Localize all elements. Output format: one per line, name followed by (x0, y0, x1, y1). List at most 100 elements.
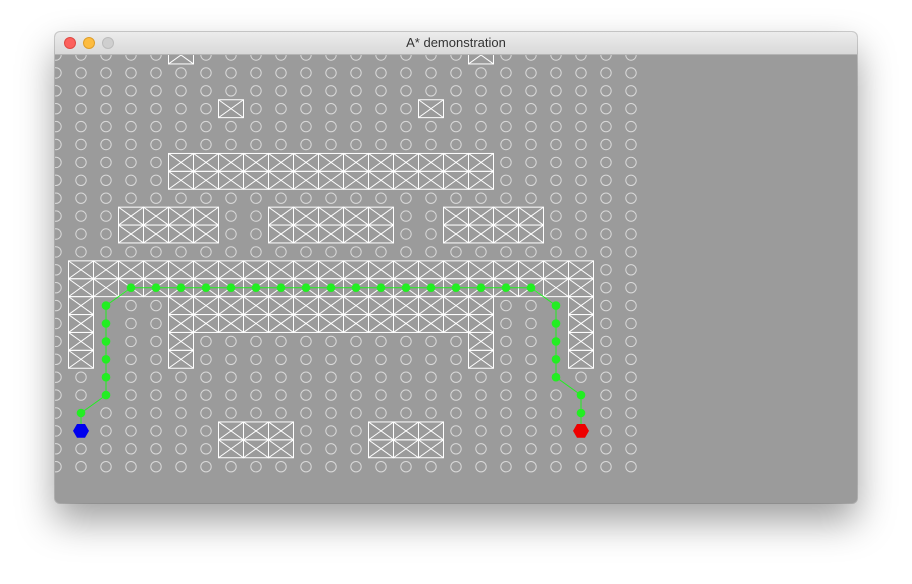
walkable-node (275, 335, 287, 348)
obstacle-cell (268, 296, 294, 316)
walkable-node (175, 103, 187, 115)
walkable-node (55, 317, 62, 330)
obstacle-cell (418, 170, 444, 190)
obstacle-cell (318, 260, 344, 280)
walkable-node (600, 174, 612, 187)
path-node (551, 355, 561, 364)
walkable-node (325, 138, 337, 151)
obstacle-cell (568, 296, 594, 316)
obstacle-cell (193, 260, 219, 280)
walkable-node (55, 353, 62, 365)
obstacle-cell (268, 152, 294, 172)
obstacle-cell (493, 206, 519, 226)
obstacle-cell (243, 296, 269, 316)
walkable-node (75, 246, 87, 258)
walkable-node (325, 55, 337, 61)
walkable-node (625, 210, 637, 222)
title-bar[interactable]: A* demonstration (55, 32, 857, 55)
walkable-node (500, 103, 512, 115)
walkable-node (150, 85, 162, 97)
obstacle-cell (568, 260, 594, 280)
path-node (376, 283, 386, 292)
walkable-node (625, 407, 637, 419)
walkable-node (575, 192, 587, 204)
walkable-node (300, 407, 312, 419)
walkable-node (600, 138, 612, 151)
walkable-node (600, 353, 612, 365)
walkable-node (55, 443, 62, 455)
obstacle-cross (180, 55, 194, 65)
walkable-node (250, 461, 262, 473)
walkable-node (250, 210, 262, 222)
walkable-node (225, 407, 237, 419)
walkable-node (450, 389, 462, 401)
walkable-node (225, 389, 237, 401)
walkable-node (175, 407, 187, 419)
walkable-node (625, 317, 637, 330)
obstacle-cell (443, 224, 469, 244)
walkable-node (350, 425, 362, 437)
walkable-node (200, 85, 212, 97)
walkable-node (550, 425, 562, 437)
walkable-node (375, 85, 387, 97)
walkable-node (475, 85, 487, 97)
walkable-node (600, 210, 612, 222)
path-node (101, 337, 111, 346)
walkable-node (225, 192, 237, 204)
walkable-node (350, 192, 362, 204)
walkable-node (300, 353, 312, 365)
walkable-node (125, 55, 137, 61)
walkable-node (500, 85, 512, 97)
canvas-area[interactable] (55, 55, 857, 503)
obstacle-cell (193, 206, 219, 226)
walkable-node (300, 246, 312, 258)
obstacle-cell (343, 260, 369, 280)
walkable-node (200, 407, 212, 419)
walkable-node (150, 371, 162, 383)
obstacle-cell (243, 152, 269, 172)
walkable-node (125, 443, 137, 455)
walkable-node (100, 228, 112, 240)
walkable-node (575, 443, 587, 455)
walkable-node (350, 371, 362, 383)
walkable-node (400, 353, 412, 365)
walkable-node (75, 461, 87, 473)
walkable-node (100, 443, 112, 455)
walkable-node (475, 192, 487, 204)
walkable-node (325, 246, 337, 258)
obstacle-cell (243, 421, 269, 441)
obstacle-cell (168, 331, 194, 351)
walkable-node (375, 335, 387, 348)
walkable-node (200, 138, 212, 151)
path-node (326, 283, 336, 292)
walkable-node (600, 443, 612, 455)
walkable-node (325, 425, 337, 437)
pathfinding-grid[interactable] (55, 55, 857, 503)
walkable-node (300, 425, 312, 437)
obstacle-cell (218, 439, 244, 459)
walkable-node (100, 210, 112, 222)
walkable-node (425, 192, 437, 204)
obstacle-cell (118, 224, 144, 244)
walkable-node (425, 335, 437, 348)
walkable-node (100, 425, 112, 437)
obstacle-cell (443, 314, 469, 333)
walkable-node (175, 120, 187, 133)
walkable-node (600, 299, 612, 312)
walkable-node (475, 389, 487, 401)
walkable-node (225, 210, 237, 222)
walkable-node (200, 55, 212, 61)
walkable-node (300, 138, 312, 151)
obstacle-cell (118, 260, 144, 280)
walkable-node (325, 103, 337, 115)
path-node (551, 301, 561, 310)
obstacle-cell (468, 170, 494, 190)
path-node (176, 283, 186, 292)
walkable-node (375, 371, 387, 383)
walkable-node (125, 317, 137, 330)
walkable-node (275, 371, 287, 383)
walkable-node (625, 299, 637, 312)
walkable-node (275, 138, 287, 151)
walkable-node (600, 407, 612, 419)
path-node (76, 408, 86, 418)
